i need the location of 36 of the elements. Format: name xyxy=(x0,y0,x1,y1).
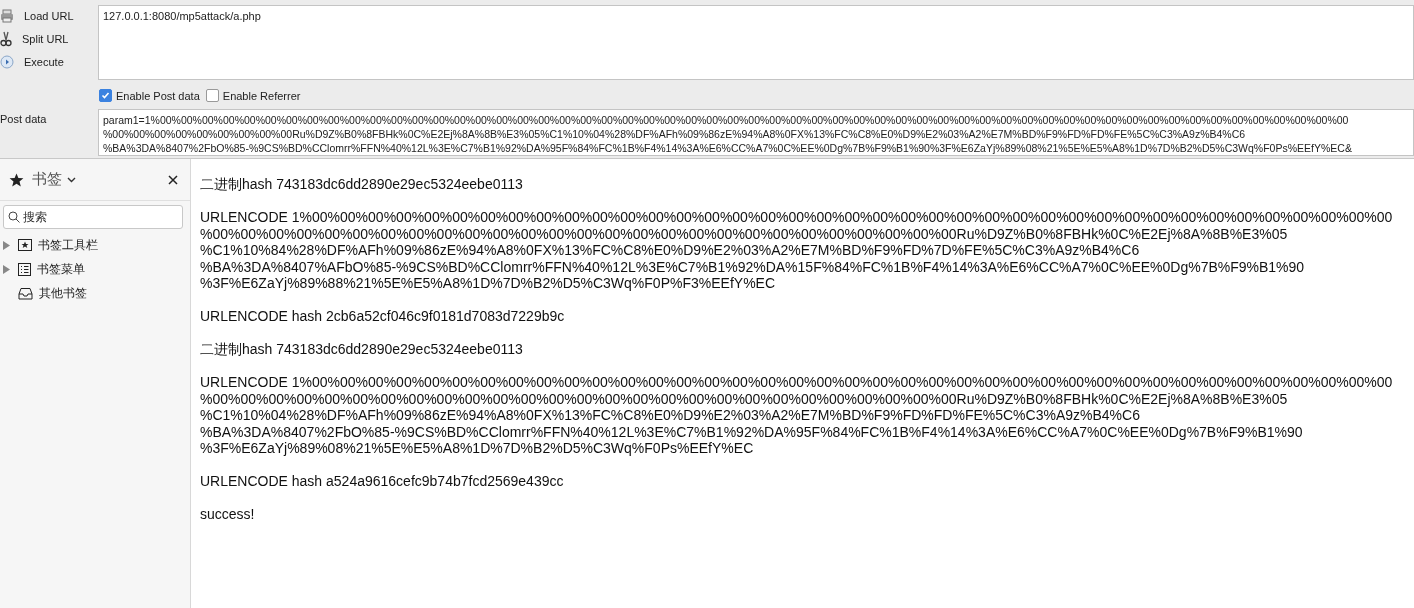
checkbox[interactable] xyxy=(205,89,219,102)
tray-icon xyxy=(18,286,33,300)
url-field[interactable]: 127.0.0.1:8080/mp5attack/a.php xyxy=(98,5,1414,80)
close-button[interactable] xyxy=(168,174,178,185)
toolbar-button[interactable]: Execute xyxy=(0,53,98,71)
output-line: success! xyxy=(200,506,256,523)
close-icon xyxy=(168,174,178,185)
bookmark-folder[interactable]: 书签菜单 xyxy=(37,260,85,278)
sidebar-title-dropdown[interactable]: 书签 xyxy=(32,170,76,189)
output-line: 二进制hash 743183dc6dd2890e29ec5324eebe0113 xyxy=(200,176,524,193)
output-line: URLENCODE hash a524a9616cefc9b74b7fcd2569e439cc xyxy=(200,473,565,490)
scissors-icon xyxy=(0,31,12,47)
toolbar-button[interactable]: Load URL xyxy=(0,7,98,25)
checkbox-label: Enable Referrer xyxy=(222,89,301,102)
field-label: Post data xyxy=(0,112,48,127)
output-line: 二进制hash 743183dc6dd2890e29ec5324eebe0113 xyxy=(200,341,524,358)
output-line: URLENCODE hash 2cb6a52cf046c9f0181d7083d7229b9c xyxy=(200,308,566,325)
star-icon xyxy=(9,172,24,187)
expand-arrow-icon[interactable] xyxy=(3,240,10,250)
play-icon xyxy=(0,55,14,69)
search-field[interactable]: 搜索 xyxy=(3,205,183,229)
search-icon xyxy=(8,211,20,223)
urlencode-text: URLENCODE 1%00%00%00%00%00%00%00%00%00%00%00%00%00%00%00%00%00%00%00%00%00%00%00%00%00%00%00%00%00%00%00%00%00%00%00%00%00%00%00 %00%00%00%00%00%00%00%00%00%00%00%00%00%00%00%00%00%00%00%00%00%00%00%00%00%00%00Ru%D9Z%B0%8FBHk%0C%E2Ej%8A%8B%E3%05 %C1%10%04%28%DF%AFh%09%86zE%94%A8%0FX%13%FC%C8%E0%D9%E2%03%A2%E7M%BD%F9%FD%FD%FE%5C%C3%A9z%B4%C6 %BA%3DA%8407%2FbO%85-%9CS%BD%CClomrr%FFN%40%12L%3E%C7%B1%92%DA%95F%84%FC%1B%F4%14%3A%E6%CC%A7%0C%EE%0Dg%7B%F9%B1%90 %3F%E6ZaYj%89%08%21%5E%E5%A8%1D%7D%B2%D5%C3Wq%F0Ps%EEfY%EC xyxy=(200,374,1394,457)
urlencode-text: URLENCODE 1%00%00%00%00%00%00%00%00%00%00%00%00%00%00%00%00%00%00%00%00%00%00%00%00%00%00%00%00%00%00%00%00%00%00%00%00%00%00%00 %00%00%00%00%00%00%00%00%00%00%00%00%00%00%00%00%00%00%00%00%00%00%00%00%00%00%00Ru%D9Z%B0%8FBHk%0C%E2Ej%8A%8B%E3%05 %C1%10%84%28%DF%AFh%09%86zE%94%A8%0FX%13%FC%C8%E0%D9%E2%03%A2%E7M%BD%F9%FD%7D%FE%5C%C3%A9z%B4%C6 %BA%3DA%8407%AFbO%85-%9CS%BD%CClomrr%FFN%40%12L%3E%C7%B1%92%DA%15F%84%FC%1B%F4%14%3A%E6%CC%A7%0C%EE%0Dg%7B%F9%B1%90 %3F%E6ZaYj%89%88%21%5E%E5%A8%1D%7D%B2%D5%C3Wq%F0P%F3%EEfY%EC xyxy=(200,209,1394,292)
bookmark-folder[interactable]: 书签工具栏 xyxy=(38,236,98,254)
expand-arrow-icon[interactable] xyxy=(3,264,10,274)
list-icon xyxy=(18,262,31,276)
checkbox-label: Enable Post data xyxy=(116,89,200,102)
chevron-down-icon xyxy=(67,176,76,183)
checkbox[interactable] xyxy=(99,89,112,102)
check-icon xyxy=(101,91,110,100)
post-data-field[interactable]: param1=1%00%00%00%00%00%00%00%00%00%00%00%00%00%00%00%00%00%00%00%00%00%00%00%00%00%00%00%00%00%00%00%00%00%00%00%00%00%00%00%00%00%00%00%00%00%00%00%00%00%00%00%00%00%00%00%00%00 %00%00%00%00%00%00%00%00%00Ru%D9Z%B0%8FBHk%0C%E2Ej%8A%8B%E3%05%C1%10%04%28%DF%AFh%09%86zE%94%A8%0FX%13%FC%C8%E0%D9%E2%03%A2%E7M%BD%F9%FD%FD%FE%5C%C3%A9z%B4%C6 %BA%3DA%8407%2FbO%85-%9CS%BD%CClomrr%FFN%40%12L%3E%C7%B1%92%DA%95F%84%FC%1B%F4%14%3A%E6%CC%A7%0C%EE%0Dg%7B%F9%B1%90%3F%E6ZaYj%89%08%21%5E%E5%A8%1D%7D%B2%D5%C3Wq%F0Ps%EEfY%EC& xyxy=(98,109,1414,156)
bookmark-folder[interactable]: 其他书签 xyxy=(39,284,87,302)
star-folder-icon xyxy=(18,239,32,251)
toolbar-button[interactable]: Split URL xyxy=(0,30,98,48)
search-placeholder: 搜索 xyxy=(23,208,47,226)
